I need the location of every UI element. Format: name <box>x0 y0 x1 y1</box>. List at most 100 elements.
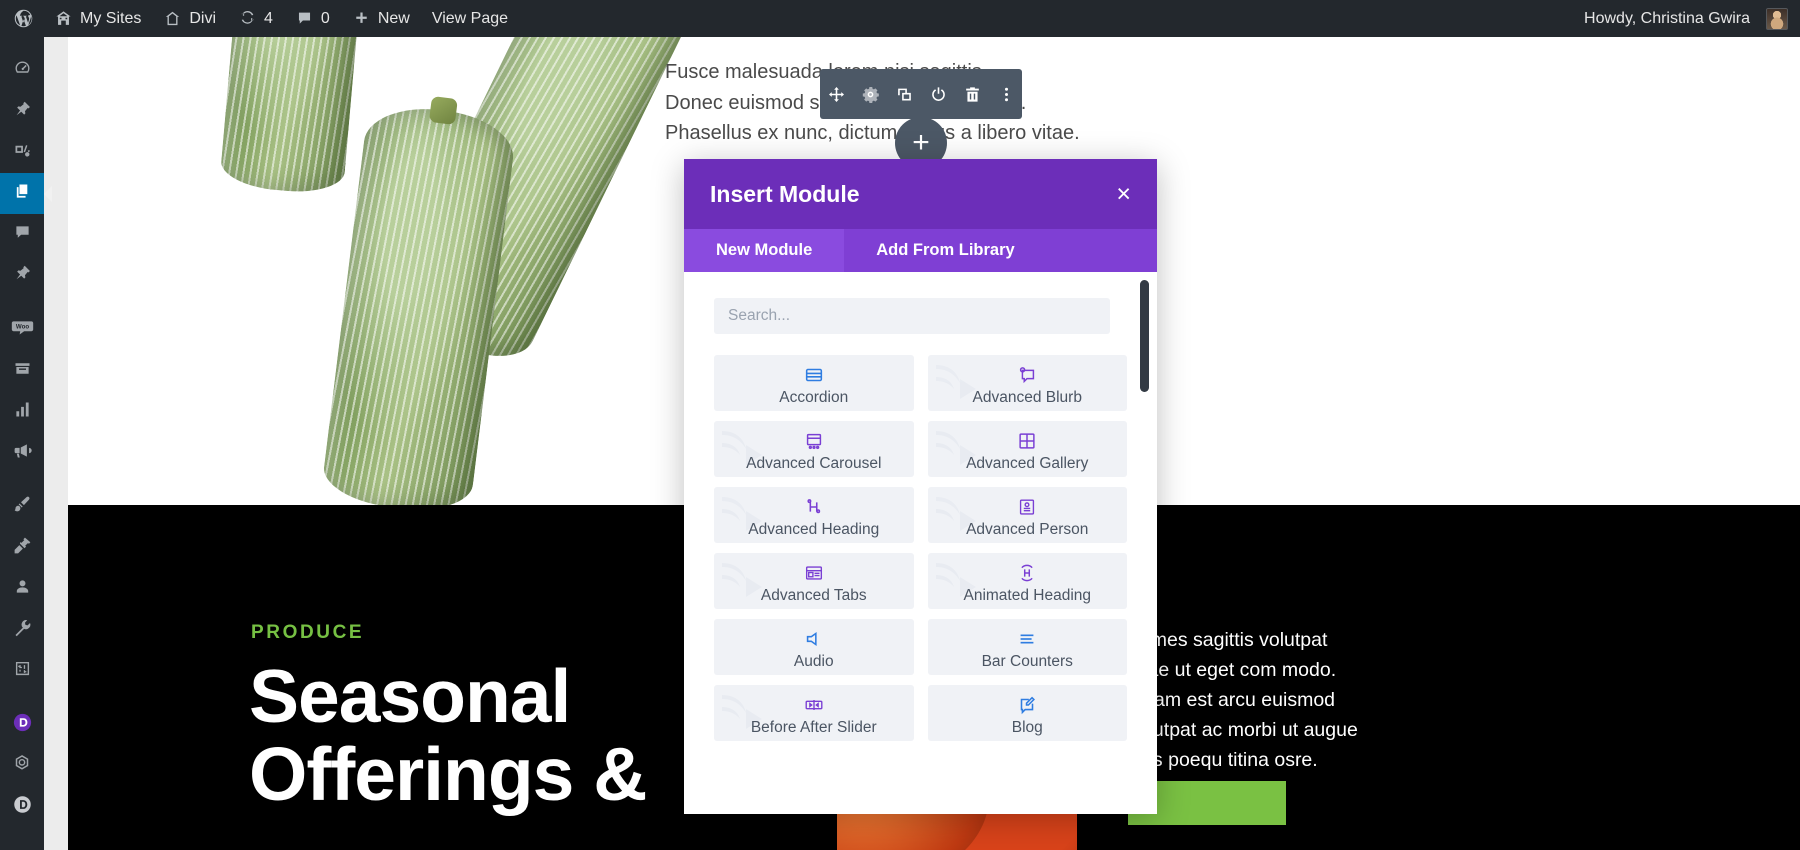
sidebar-item-divi[interactable] <box>0 704 44 745</box>
tab-new-module[interactable]: New Module <box>684 229 845 272</box>
module-label: Advanced Blurb <box>972 388 1082 406</box>
wp-admin-sidebar: Woo <box>0 37 52 850</box>
accordion-icon <box>803 362 825 388</box>
advanced-heading-icon <box>803 494 825 520</box>
wordpress-logo-icon <box>13 8 34 29</box>
megaphone-icon <box>12 440 33 466</box>
sidebar-item-products[interactable] <box>0 350 44 391</box>
admin-bar-wordpress-logo[interactable] <box>0 0 43 37</box>
sidebar-item-projects[interactable] <box>0 255 44 296</box>
module-label: Advanced Gallery <box>966 454 1089 472</box>
module-card-animated-heading[interactable]: Animated Heading <box>927 553 1127 609</box>
admin-bar-right-group: Howdy, Christina Gwira <box>1571 0 1800 37</box>
sidebar-item-divi-modules[interactable] <box>0 745 44 786</box>
products-box-icon <box>12 358 33 384</box>
admin-bar-my-account[interactable]: Howdy, Christina Gwira <box>1571 0 1788 37</box>
kebab-menu-icon[interactable] <box>995 83 1017 105</box>
sidebar-item-posts[interactable] <box>0 91 44 132</box>
pages-icon <box>12 181 33 207</box>
modal-body: Accordion Advanced Blurb Advanced Caro <box>684 272 1157 814</box>
home-icon <box>163 9 182 28</box>
section-body-text: Fames sagittis volutpat vitae ut eget co… <box>1128 629 1358 771</box>
sidebar-item-settings[interactable] <box>0 650 44 691</box>
admin-bar-my-sites[interactable]: My Sites <box>43 0 152 37</box>
module-card-advanced-blurb[interactable]: Advanced Blurb <box>927 355 1127 411</box>
comment-bubble-icon <box>295 9 314 28</box>
module-label: Audio <box>793 652 834 670</box>
trash-icon[interactable] <box>961 83 983 105</box>
admin-bar-new-label: New <box>377 9 410 27</box>
paintbrush-icon <box>12 494 33 520</box>
modal-title: Insert Module <box>710 180 860 207</box>
module-label: Blog <box>1011 718 1043 736</box>
tab-add-from-library[interactable]: Add From Library <box>844 229 1046 272</box>
module-card-advanced-tabs[interactable]: Advanced Tabs <box>714 553 914 609</box>
module-card-advanced-carousel[interactable]: Advanced Carousel <box>714 421 914 477</box>
section-heading: Seasonal Offerings & <box>249 657 647 813</box>
admin-bar-view-page-label: View Page <box>431 9 509 27</box>
module-label: Advanced Person <box>966 520 1089 538</box>
letter-d-icon <box>11 793 34 821</box>
sidebar-item-appearance[interactable] <box>0 486 44 527</box>
modal-scrollbar-thumb[interactable] <box>1140 280 1149 392</box>
divi-module-toolbar <box>820 69 1022 119</box>
divi-logo-icon <box>11 711 34 739</box>
module-card-before-after-slider[interactable]: Before After Slider <box>714 685 914 741</box>
sidebar-item-dashboard[interactable] <box>0 50 44 91</box>
user-icon <box>12 576 33 602</box>
modal-tab-bar: New Module Add From Library <box>684 229 1157 272</box>
wrench-icon <box>12 617 33 643</box>
close-icon[interactable]: × <box>1116 181 1131 207</box>
sidebar-item-plugins[interactable] <box>0 527 44 568</box>
duplicate-icon[interactable] <box>893 83 915 105</box>
module-label: Advanced Heading <box>748 520 880 538</box>
gear-outline-icon <box>11 752 33 779</box>
admin-bar-view-page[interactable]: View Page <box>421 0 519 37</box>
bar-chart-icon <box>12 399 33 425</box>
sidebar-item-users[interactable] <box>0 568 44 609</box>
module-card-accordion[interactable]: Accordion <box>714 355 914 411</box>
zucchini-image <box>219 37 701 505</box>
advanced-carousel-icon <box>803 428 825 454</box>
move-arrows-icon[interactable] <box>825 83 847 105</box>
module-label: Accordion <box>779 388 849 406</box>
modal-scrollbar-track[interactable] <box>1140 280 1149 800</box>
module-card-blog[interactable]: Blog <box>927 685 1127 741</box>
search-input[interactable] <box>714 298 1110 334</box>
module-card-audio[interactable]: Audio <box>714 619 914 675</box>
sliders-icon <box>12 658 33 684</box>
module-card-bar-counters[interactable]: Bar Counters <box>927 619 1127 675</box>
sidebar-item-marketing[interactable] <box>0 432 44 473</box>
sidebar-item-media[interactable] <box>0 132 44 173</box>
updates-icon <box>238 9 257 28</box>
plus-icon <box>352 9 371 28</box>
blog-icon <box>1016 692 1038 718</box>
sidebar-item-pages[interactable] <box>0 173 52 214</box>
wp-admin-bar: My Sites Divi 4 0 New View Page Howdy, C… <box>0 0 1800 37</box>
comment-bubble-icon <box>12 222 33 248</box>
sidebar-item-woocommerce[interactable]: Woo <box>0 309 44 350</box>
module-card-advanced-heading[interactable]: Advanced Heading <box>714 487 914 543</box>
admin-bar-site-name[interactable]: Divi <box>152 0 227 37</box>
plug-icon <box>12 535 33 561</box>
sidebar-item-divi-d[interactable] <box>0 786 44 827</box>
sidebar-item-analytics[interactable] <box>0 391 44 432</box>
sidebar-item-tools[interactable] <box>0 609 44 650</box>
pin-icon <box>12 99 33 125</box>
module-card-advanced-gallery[interactable]: Advanced Gallery <box>927 421 1127 477</box>
admin-bar-new-content[interactable]: New <box>341 0 421 37</box>
admin-bar-comments[interactable]: 0 <box>284 0 341 37</box>
module-label: Bar Counters <box>981 652 1073 670</box>
admin-bar-my-sites-label: My Sites <box>80 9 142 27</box>
admin-bar-comments-count: 0 <box>320 9 330 27</box>
admin-bar-updates[interactable]: 4 <box>227 0 284 37</box>
gear-icon[interactable] <box>859 83 881 105</box>
module-card-advanced-person[interactable]: Advanced Person <box>927 487 1127 543</box>
audio-icon <box>803 626 825 652</box>
sidebar-item-comments[interactable] <box>0 214 44 255</box>
advanced-blurb-icon <box>1016 362 1038 388</box>
zucchini-3 <box>320 101 518 505</box>
power-icon[interactable] <box>927 83 949 105</box>
